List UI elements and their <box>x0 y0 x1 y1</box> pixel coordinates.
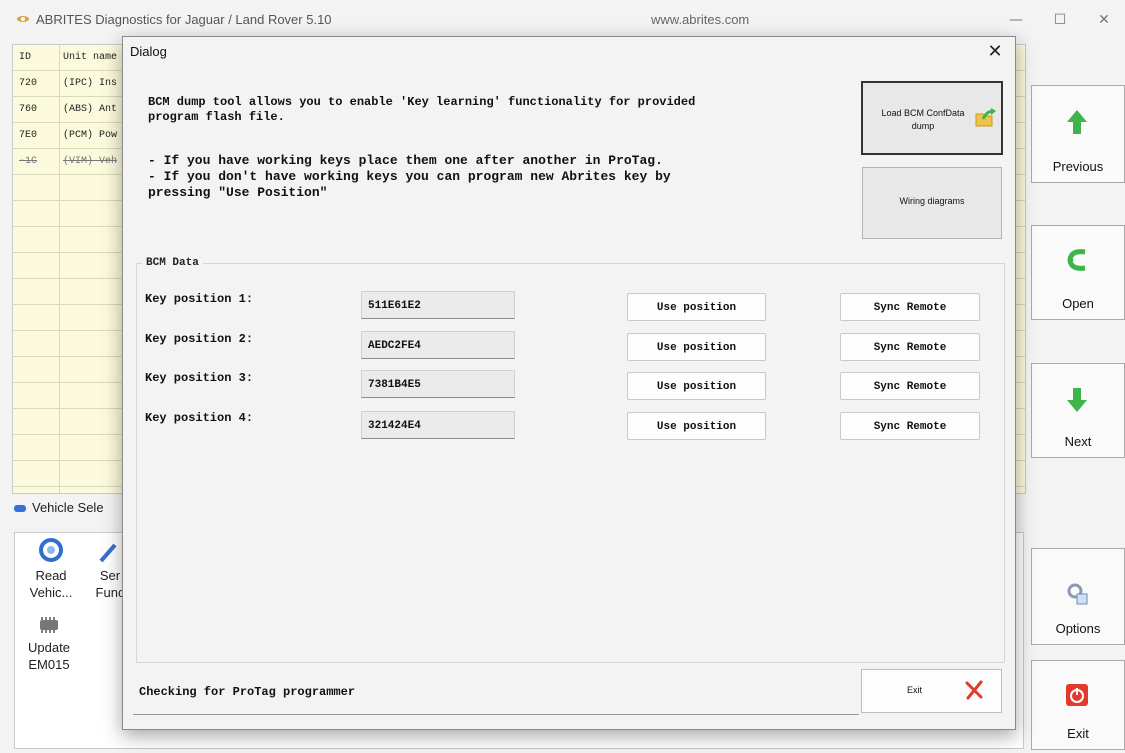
use-position-3-button[interactable]: Use position <box>627 372 766 400</box>
previous-button[interactable]: Previous <box>1031 85 1125 183</box>
read-vehicle-line1: Read <box>35 568 67 583</box>
column-header-unit-name: Unit name <box>63 52 118 63</box>
key-position-1-label: Key position 1: <box>145 292 254 306</box>
chip-icon <box>40 617 58 633</box>
key-position-3-value: 7381B4E5 <box>361 370 515 398</box>
sync-remote-2-button[interactable]: Sync Remote <box>840 333 980 361</box>
sync-remote-3-button[interactable]: Sync Remote <box>840 372 980 400</box>
dialog-instructions: - If you have working keys place them on… <box>148 153 671 200</box>
options-gear-icon <box>1067 583 1088 605</box>
window-title-bar: ABRITES Diagnostics for Jaguar / Land Ro… <box>0 0 1125 40</box>
key-position-2-label: Key position 2: <box>145 332 254 346</box>
minimize-button[interactable]: — <box>998 8 1034 32</box>
sync-remote-1-button[interactable]: Sync Remote <box>840 293 980 321</box>
key-position-4-value: 321424E4 <box>361 411 515 439</box>
update-em015-line2: EM015 <box>28 657 70 672</box>
dialog-close-button[interactable]: ✕ <box>983 41 1007 63</box>
options-label: Options <box>1055 621 1101 636</box>
read-vehicle-button[interactable]: Read Vehic... <box>21 537 81 601</box>
unit-name: (IPC) Ins <box>63 78 118 89</box>
power-icon <box>1066 684 1088 706</box>
read-vehicle-icon <box>39 538 63 562</box>
undo-arrow-icon <box>1067 249 1086 271</box>
sync-remote-4-button[interactable]: Sync Remote <box>840 412 980 440</box>
service-functions-line2: Func <box>95 585 125 600</box>
service-functions-button[interactable]: Ser Func <box>95 537 125 601</box>
window-title: ABRITES Diagnostics for Jaguar / Land Ro… <box>36 12 332 27</box>
update-em015-line1: Update <box>28 640 70 655</box>
unit-id: -1C <box>19 156 38 167</box>
use-position-1-button[interactable]: Use position <box>627 293 766 321</box>
maximize-button[interactable]: ☐ <box>1042 8 1078 32</box>
next-button[interactable]: Next <box>1031 363 1125 458</box>
car-icon <box>14 505 26 513</box>
dialog-title: Dialog <box>130 44 167 59</box>
unit-name: (VIM) Veh <box>63 156 118 167</box>
arrow-up-icon <box>1067 110 1087 134</box>
use-position-4-button[interactable]: Use position <box>627 412 766 440</box>
dialog-description: BCM dump tool allows you to enable 'Key … <box>148 95 696 124</box>
next-label: Next <box>1064 434 1092 449</box>
service-functions-line1: Ser <box>99 568 121 583</box>
vehicle-section-title: Vehicle Sele <box>32 500 104 515</box>
key-position-3-label: Key position 3: <box>145 371 254 385</box>
unit-id: 720 <box>19 78 38 89</box>
unit-id: 7E0 <box>19 130 38 141</box>
window-close-button[interactable]: ✕ <box>1086 8 1122 32</box>
update-em015-button[interactable]: Update EM015 <box>19 615 79 673</box>
vehicle-section-header: Vehicle Sele <box>14 500 104 515</box>
key-position-4-label: Key position 4: <box>145 411 254 425</box>
bcm-data-legend: BCM Data <box>142 257 203 269</box>
bcm-dialog: Dialog ✕ BCM dump tool allows you to ena… <box>122 36 1016 730</box>
unit-name: (ABS) Ant <box>63 104 118 115</box>
column-header-id: ID <box>19 52 32 63</box>
previous-label: Previous <box>1052 159 1104 174</box>
abrites-logo-icon <box>17 16 29 22</box>
key-position-2-value: AEDC2FE4 <box>361 331 515 359</box>
arrow-down-icon <box>1067 388 1087 412</box>
dialog-exit-button[interactable]: Exit <box>861 669 1002 713</box>
use-position-2-button[interactable]: Use position <box>627 333 766 361</box>
open-label: Open <box>1062 296 1094 311</box>
unit-id: 760 <box>19 104 38 115</box>
red-x-icon <box>965 680 983 700</box>
exit-side-label: Exit <box>1067 726 1089 741</box>
load-bcm-confdata-button[interactable]: Load BCM ConfData dump <box>861 81 1003 155</box>
status-message: Checking for ProTag programmer <box>133 675 859 715</box>
wrench-icon <box>99 543 117 563</box>
wiring-diagrams-button[interactable]: Wiring diagrams <box>862 167 1002 239</box>
load-bcm-confdata-label: Load BCM ConfData dump <box>881 108 965 131</box>
wiring-diagrams-label: Wiring diagrams <box>899 196 965 206</box>
dialog-exit-label: Exit <box>907 685 923 695</box>
options-button[interactable]: Options <box>1031 548 1125 645</box>
open-folder-icon <box>975 108 996 127</box>
read-vehicle-line2: Vehic... <box>29 585 73 600</box>
key-position-1-value: 511E61E2 <box>361 291 515 319</box>
window-url: www.abrites.com <box>651 12 750 27</box>
exit-side-button[interactable]: Exit <box>1031 660 1125 750</box>
open-button[interactable]: Open <box>1031 225 1125 320</box>
unit-name: (PCM) Pow <box>63 130 118 141</box>
bcm-data-group <box>136 263 1005 663</box>
